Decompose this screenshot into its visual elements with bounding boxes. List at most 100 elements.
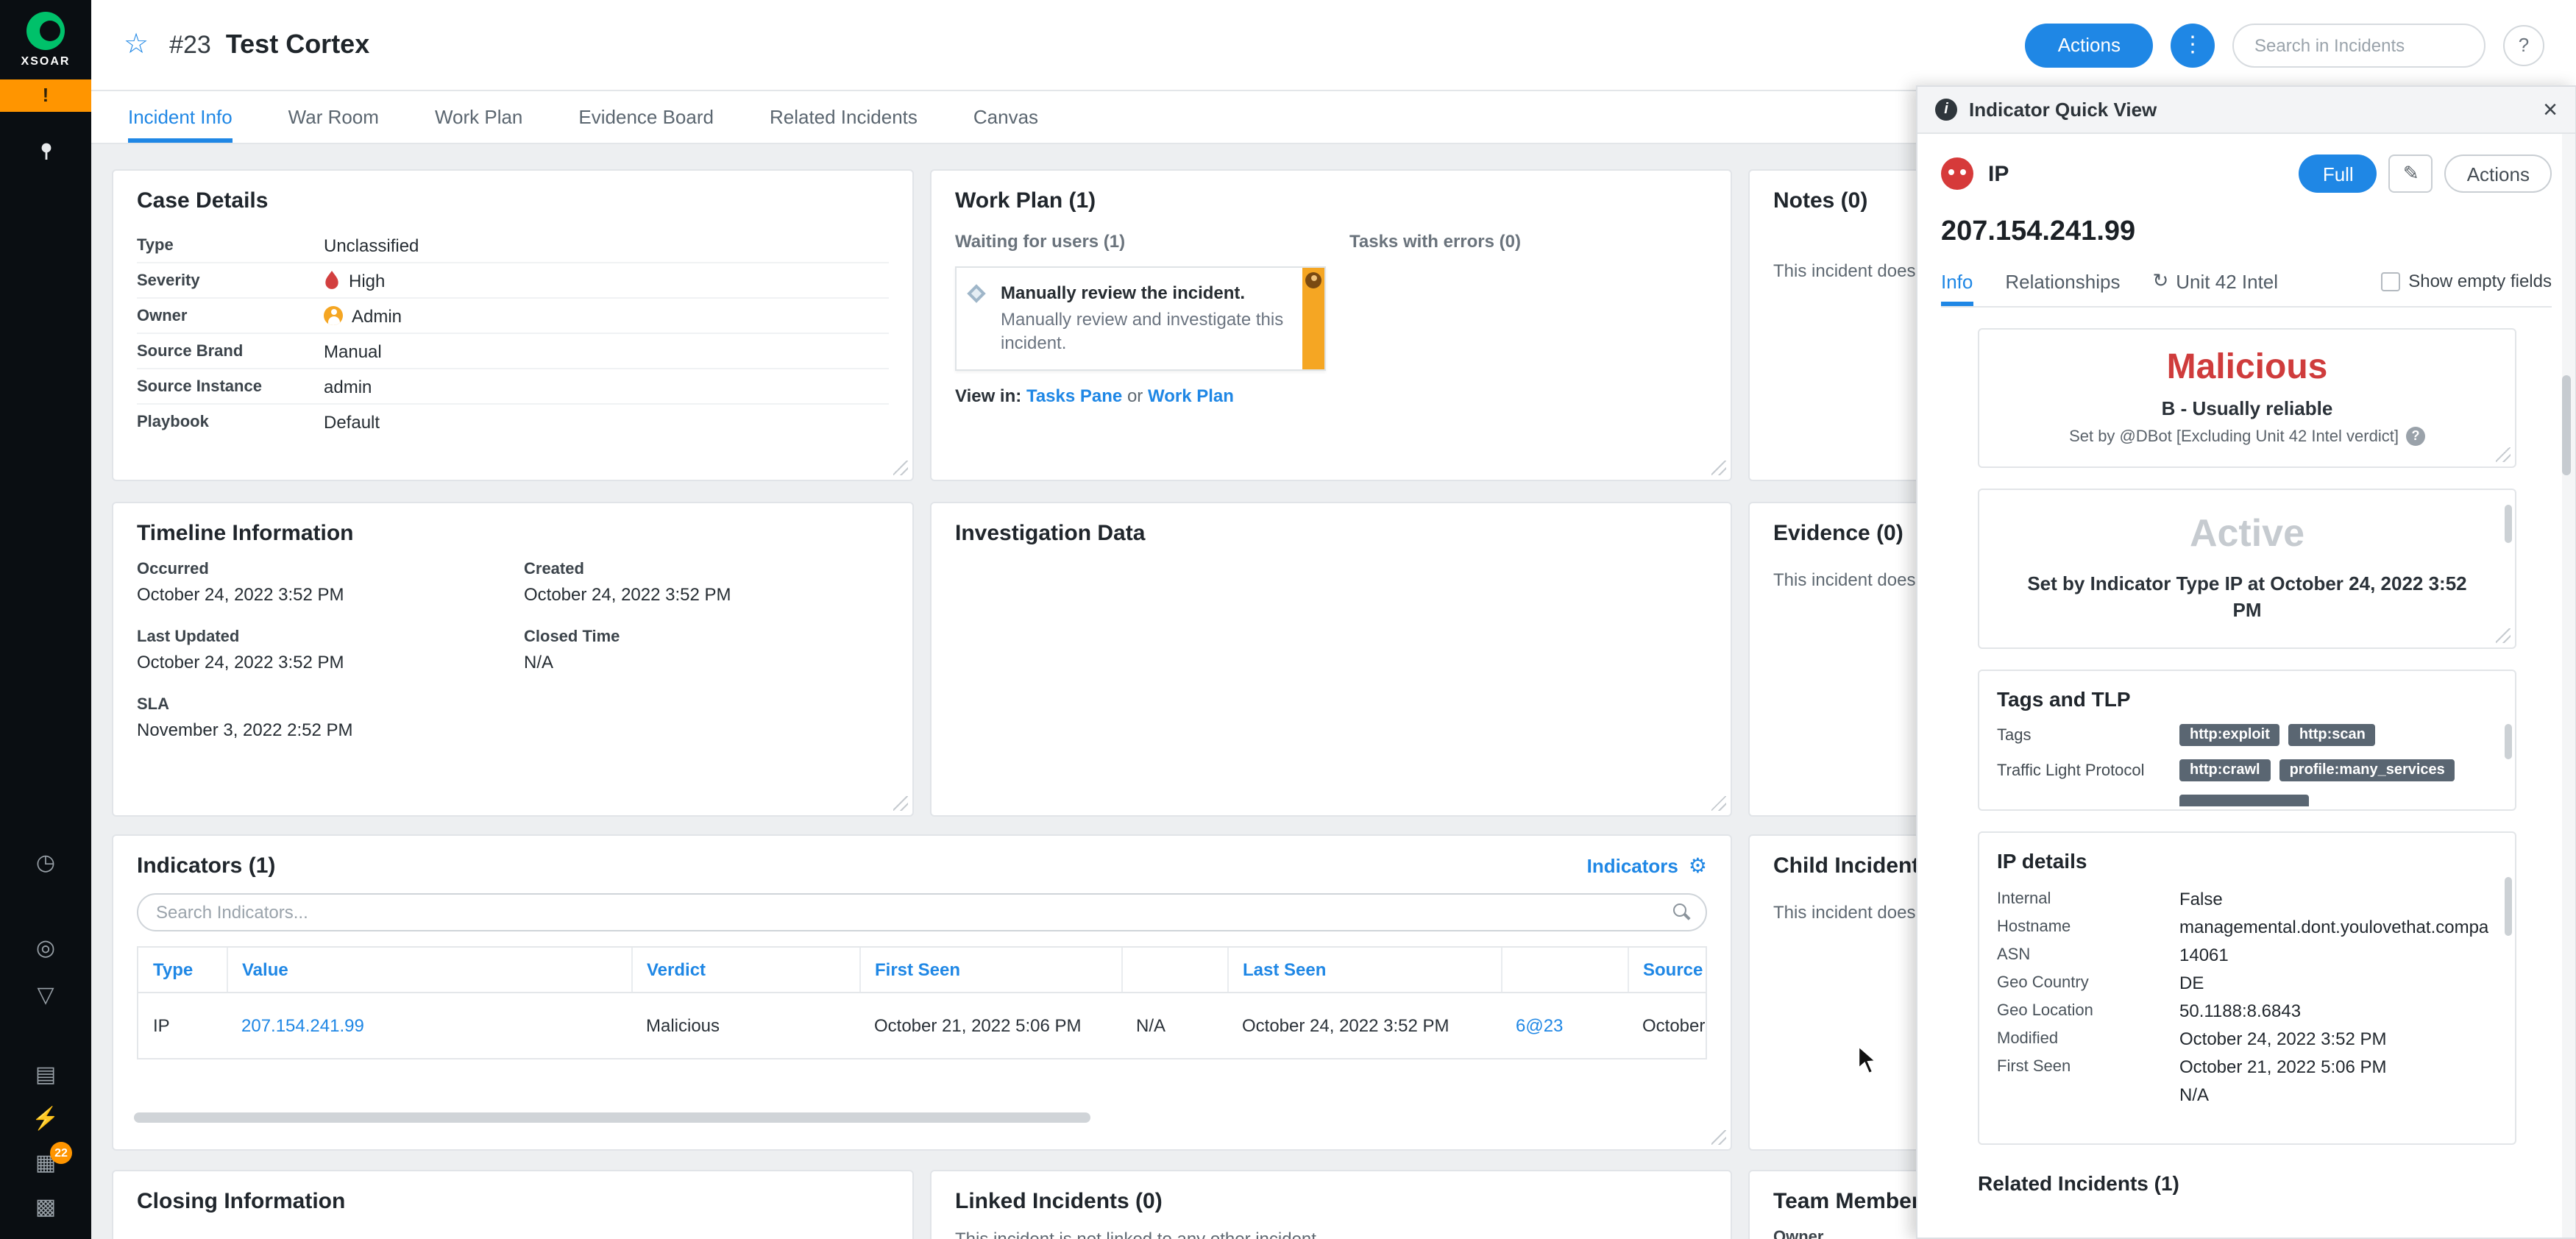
field-value: October 21, 2022 5:06 PM (2179, 1056, 2387, 1077)
show-empty-label: Show empty fields (2408, 271, 2552, 291)
tab-work-plan[interactable]: Work Plan (435, 91, 522, 143)
incident-ref-link[interactable]: 6@23 (1516, 1015, 1563, 1036)
work-plan-title: Work Plan (1) (955, 188, 1096, 213)
work-plan-link[interactable]: Work Plan (1148, 386, 1234, 407)
card-scrollbar[interactable] (2505, 505, 2512, 543)
tag-badge[interactable]: http:crawl (2179, 759, 2271, 782)
task-card[interactable]: Manually review the incident. Manually r… (955, 266, 1326, 372)
field-value: Manual (324, 341, 382, 361)
col-type[interactable]: Type (138, 948, 227, 993)
col-blank-1[interactable] (1121, 948, 1228, 993)
field-value: 14061 (2179, 944, 2229, 965)
cell-source: October (1642, 1015, 1706, 1036)
horizontal-scrollbar[interactable] (134, 1112, 1090, 1123)
indicator-actions-button[interactable]: Actions (2444, 155, 2552, 193)
indicator-quick-view-panel: i Indicator Quick View × IP Full ✎ Actio… (1916, 85, 2576, 1239)
show-empty-checkbox[interactable] (2380, 271, 2400, 291)
task-description: Manually review and investigate this inc… (1001, 309, 1284, 354)
quick-view-header: i Indicator Quick View × (1917, 87, 2575, 134)
tab-relationships[interactable]: Relationships (2005, 270, 2120, 292)
alert-banner-icon[interactable]: ! (0, 79, 91, 112)
panel-scrollbar-thumb[interactable] (2562, 375, 2571, 475)
field-value: N/A (524, 652, 554, 672)
tag-badge[interactable]: profile:many_services (2279, 759, 2455, 782)
timeline-card: Timeline Information Occurred October 24… (112, 502, 914, 817)
tab-incident-info[interactable]: Incident Info (128, 91, 233, 143)
verdict-set-by-text: Set by @DBot [Excluding Unit 42 Intel ve… (2069, 427, 2399, 445)
resize-handle[interactable] (893, 461, 908, 475)
card-scrollbar[interactable] (2505, 724, 2512, 760)
tab-unit42-intel[interactable]: ↻ Unit 42 Intel (2152, 269, 2278, 293)
pin-icon[interactable] (0, 141, 91, 168)
waiting-column: Waiting for users (1) Manually review th… (955, 228, 1349, 407)
field-value: Admin (324, 305, 402, 326)
actions-button[interactable]: Actions (2025, 23, 2153, 67)
col-blank-2[interactable] (1501, 948, 1628, 993)
indicators-title: Indicators (1) (137, 853, 276, 878)
field-label: Geo Location (1997, 1001, 2093, 1020)
col-verdict[interactable]: Verdict (631, 948, 860, 993)
investigation-data-title: Investigation Data (955, 521, 1146, 546)
resize-handle[interactable] (1711, 461, 1726, 475)
tag-badge[interactable]: http:scan (2288, 724, 2376, 747)
panel-scrollbar-track[interactable] (2562, 134, 2575, 1238)
full-view-button[interactable]: Full (2299, 155, 2377, 193)
favorite-star-icon[interactable]: ☆ (124, 28, 149, 62)
tab-war-room[interactable]: War Room (288, 91, 379, 143)
history-icon[interactable]: ◷ (0, 851, 91, 877)
linked-incidents-title: Linked Incidents (0) (955, 1189, 1163, 1214)
help-button[interactable]: ? (2503, 24, 2544, 65)
grid-icon[interactable]: ▩ (0, 1195, 91, 1221)
field-value: N/A (2179, 1084, 2210, 1105)
close-icon[interactable]: × (2543, 97, 2558, 122)
timeline-grid: Occurred October 24, 2022 3:52 PM Create… (137, 561, 889, 740)
question-icon[interactable]: ? (2405, 427, 2425, 446)
col-source[interactable]: Source Ti (1628, 948, 1706, 993)
edit-button[interactable]: ✎ (2388, 155, 2433, 193)
lightning-icon[interactable]: ⚡ (0, 1107, 91, 1133)
tab-canvas[interactable]: Canvas (973, 91, 1038, 143)
col-first-seen[interactable]: First Seen (859, 948, 1122, 993)
col-value[interactable]: Value (227, 948, 632, 993)
xsoar-logo[interactable]: XSOAR (0, 0, 91, 68)
resize-handle[interactable] (2496, 447, 2511, 462)
timeline-field-created: Created October 24, 2022 3:52 PM (524, 561, 889, 605)
tab-info[interactable]: Info (1941, 270, 1973, 305)
indicators-link[interactable]: Indicators (1587, 855, 1678, 877)
resize-handle[interactable] (1711, 1130, 1726, 1145)
card-scrollbar[interactable] (2505, 877, 2512, 937)
field-value: Unclassified (324, 235, 419, 255)
tasks-with-errors-header: Tasks with errors (0) (1349, 231, 1521, 252)
owner-value[interactable]: Admin (352, 305, 402, 326)
tab-related-incidents[interactable]: Related Incidents (770, 91, 918, 143)
archive-icon[interactable]: ▦ (0, 1151, 91, 1177)
tab-evidence-board[interactable]: Evidence Board (578, 91, 714, 143)
task-title: Manually review the incident. (1001, 283, 1246, 303)
indicators-search-input[interactable] (137, 893, 1707, 931)
resize-handle[interactable] (893, 796, 908, 811)
col-last-seen[interactable]: Last Seen (1227, 948, 1502, 993)
filter-icon[interactable]: ▽ (0, 983, 91, 1009)
indicators-settings-gear-icon[interactable]: ⚙ (1689, 853, 1707, 878)
linked-incidents-empty-text: This incident is not linked to any other… (955, 1229, 1316, 1239)
resize-handle[interactable] (2496, 628, 2511, 644)
indicators-table: Type Value Verdict First Seen Last Seen … (137, 946, 1707, 1059)
resize-handle[interactable] (1711, 796, 1726, 811)
tag-badge[interactable]: http:exploit (2179, 724, 2280, 747)
more-menu-button[interactable]: ⋮ (2171, 23, 2215, 67)
timeline-field-last-updated: Last Updated October 24, 2022 3:52 PM (137, 628, 524, 672)
tasks-pane-link[interactable]: Tasks Pane (1026, 386, 1122, 407)
ip-detail-row: Internal False (1997, 885, 2497, 913)
tlp-row: Traffic Light Protocol http:crawl profil… (1997, 759, 2497, 782)
target-icon[interactable]: ◎ (0, 936, 91, 962)
indicator-row[interactable]: IP 207.154.241.99 Malicious October 21, … (138, 993, 1706, 1058)
timeline-field-occurred: Occurred October 24, 2022 3:52 PM (137, 561, 524, 605)
show-empty-fields-toggle[interactable]: Show empty fields (2380, 271, 2552, 291)
search-incidents-input[interactable] (2232, 23, 2485, 67)
tags-row: Tags http:exploit http:scan (1997, 724, 2497, 747)
tags-tlp-title: Tags and TLP (1997, 687, 2131, 711)
indicator-value-link[interactable]: 207.154.241.99 (241, 1015, 364, 1036)
field-value: False (2179, 888, 2223, 909)
cell-value: 207.154.241.99 (227, 993, 631, 1058)
layers-icon[interactable]: ▤ (0, 1062, 91, 1089)
